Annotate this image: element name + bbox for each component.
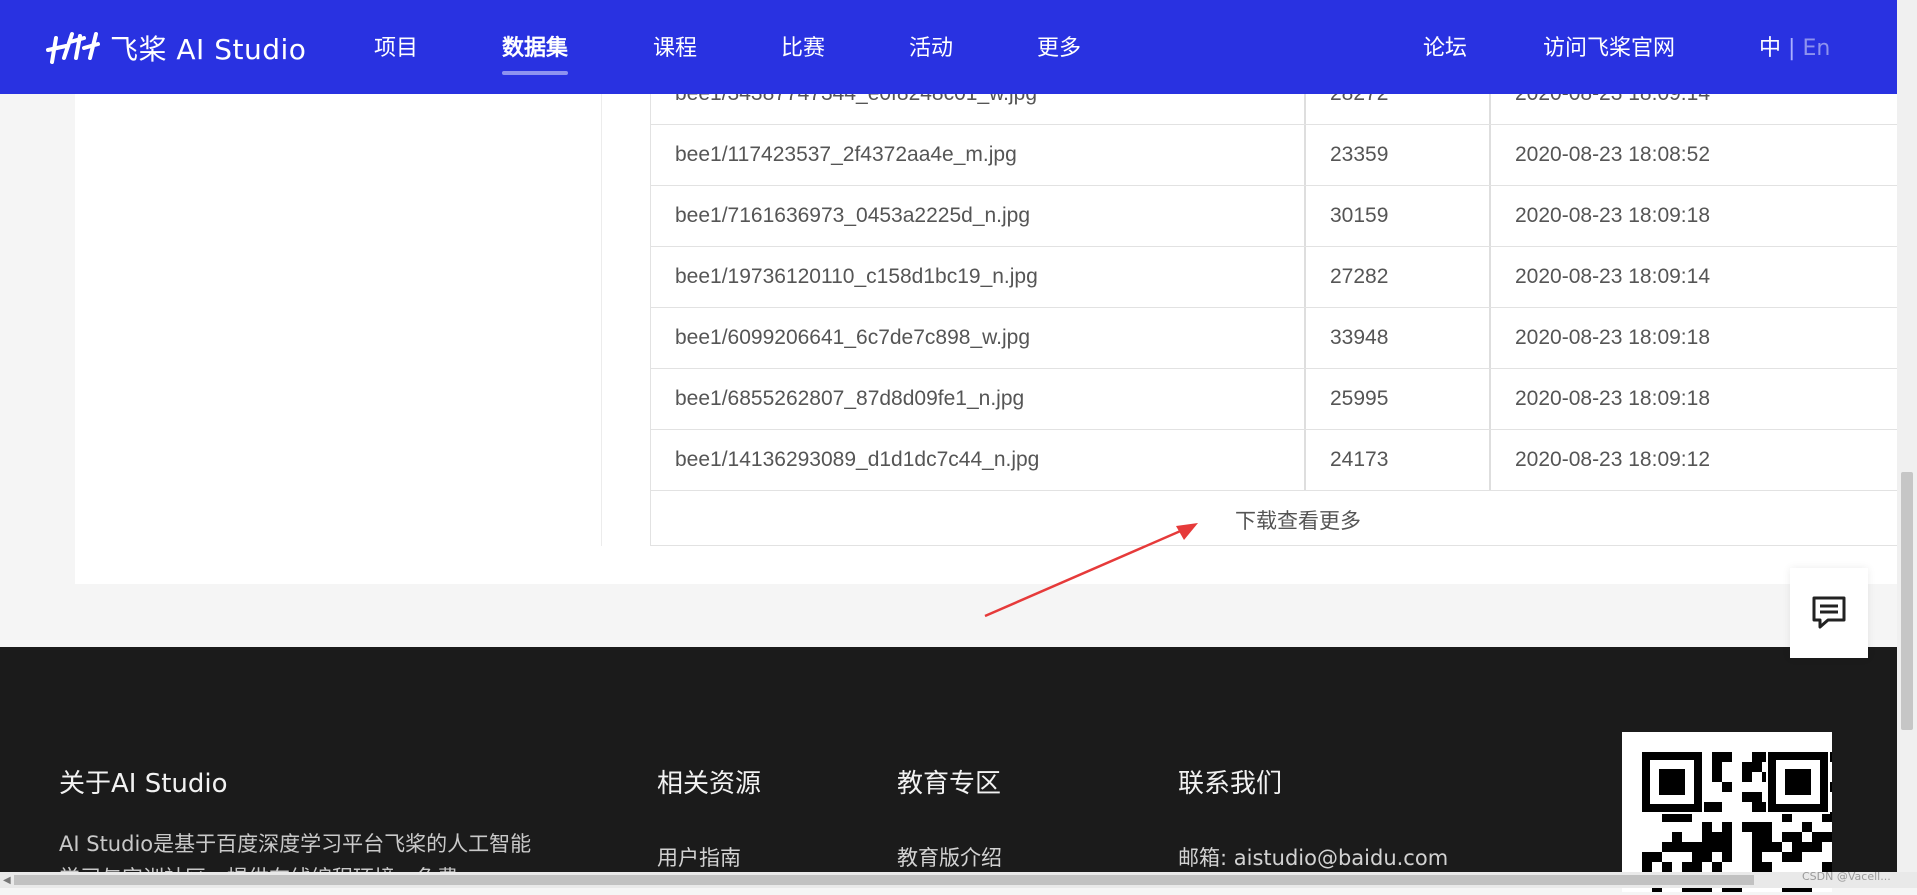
file-size-cell: 33948 [1306, 308, 1491, 368]
logo-text: 飞桨 AI Studio [110, 33, 307, 66]
footer-resources-title: 相关资源 [657, 769, 762, 799]
lang-zh[interactable]: 中 [1759, 36, 1781, 61]
file-size-cell: 28272 [1306, 94, 1491, 124]
file-time-cell: 2020-08-23 18:09:18 [1515, 204, 1710, 227]
file-size-cell: 30159 [1306, 186, 1491, 246]
file-time-cell: 2020-08-23 18:09:18 [1515, 326, 1710, 349]
file-name-cell: bee1/14136293089_d1d1dc7c44_n.jpg [651, 430, 1306, 490]
nav-projects[interactable]: 项目 [374, 0, 418, 94]
file-time-cell: 2020-08-23 18:09:12 [1515, 448, 1710, 471]
nav-forum[interactable]: 论坛 [1423, 0, 1467, 94]
dataset-content-card: bee1/34387747344_e0f8248c01_w.jpg2827220… [75, 94, 1917, 584]
nav-paddle-official[interactable]: 访问飞桨官网 [1543, 0, 1675, 94]
nav-datasets-label: 数据集 [502, 36, 569, 61]
file-time-cell: 2020-08-23 18:08:52 [1515, 143, 1710, 166]
nav-datasets[interactable]: 数据集 [502, 0, 569, 94]
nav-active-indicator [502, 71, 569, 75]
file-name-cell: bee1/6855262807_87d8d09fe1_n.jpg [651, 369, 1306, 429]
qr-code [1622, 732, 1832, 892]
file-table: bee1/34387747344_e0f8248c01_w.jpg2827220… [650, 94, 1917, 546]
file-size-cell: 24173 [1306, 430, 1491, 490]
language-switch: 中 | En [1759, 0, 1830, 94]
table-row: bee1/14136293089_d1d1dc7c44_n.jpg 24173 20… [651, 430, 1917, 491]
annotation-arrow [984, 523, 1198, 618]
top-navbar: 飞桨 AI Studio 项目 数据集 课程 比赛 活动 更多 论坛 访问飞桨官… [0, 0, 1897, 94]
horizontal-scroll-thumb[interactable] [14, 875, 1754, 885]
footer-contact-title: 联系我们 [1178, 769, 1283, 799]
logo[interactable]: 飞桨 AI Studio [44, 26, 306, 70]
download-more-link[interactable]: 下载查看更多 [651, 491, 1917, 545]
vertical-scrollbar[interactable] [1897, 0, 1917, 872]
nav-more[interactable]: 更多 [1037, 0, 1081, 94]
nav-courses[interactable]: 课程 [653, 0, 697, 94]
file-time-cell: 2020-08-23 18:09:14 [1491, 94, 1917, 124]
file-time-cell: 2020-08-23 18:09:14 [1515, 265, 1710, 288]
table-row: bee1/117423537_2f4372aa4e_m.jpg 23359 2020… [651, 125, 1917, 186]
table-row: bee1/34387747344_e0f8248c01_w.jpg2827220… [651, 94, 1917, 125]
footer: 关于AI Studio AI Studio是基于百度深度学习平台飞桨的人工智能学… [0, 647, 1897, 892]
table-row: bee1/7161636973_0453a2225d_n.jpg 30159 202… [651, 186, 1917, 247]
qr-code-icon [1640, 750, 1832, 892]
sidebar-divider [601, 94, 602, 546]
paddle-logo-icon [46, 32, 100, 64]
file-size-cell: 23359 [1306, 125, 1491, 185]
file-time-cell: 2020-08-23 18:09:18 [1515, 387, 1710, 410]
file-name-cell: bee1/117423537_2f4372aa4e_m.jpg [651, 125, 1306, 185]
feedback-button[interactable] [1790, 568, 1868, 658]
download-more-label: 下载查看更多 [1235, 509, 1361, 533]
nav-competitions[interactable]: 比赛 [781, 0, 825, 94]
footer-education-link[interactable]: 教育版介绍 [897, 842, 1002, 872]
watermark: CSDN @Vacell... [1802, 870, 1891, 883]
lang-separator: | [1788, 36, 1796, 61]
file-name-cell: bee1/7161636973_0453a2225d_n.jpg [651, 186, 1306, 246]
footer-contact-email[interactable]: 邮箱: aistudio@baidu.com [1178, 842, 1448, 872]
file-size-cell: 25995 [1306, 369, 1491, 429]
file-name-cell: bee1/6099206641_6c7de7c898_w.jpg [651, 308, 1306, 368]
horizontal-scrollbar[interactable]: ◀ [0, 872, 1917, 888]
file-name-cell: bee1/34387747344_e0f8248c01_w.jpg [651, 94, 1306, 124]
footer-education-title: 教育专区 [897, 769, 1002, 799]
vertical-scroll-thumb[interactable] [1901, 472, 1913, 730]
table-row: bee1/19736120110_c158d1bc19_n.jpg 27282 20… [651, 247, 1917, 308]
nav-activities[interactable]: 活动 [909, 0, 953, 94]
table-row: bee1/6855262807_87d8d09fe1_n.jpg 25995 202… [651, 369, 1917, 430]
footer-user-guide-link[interactable]: 用户指南 [657, 842, 741, 872]
file-name-cell: bee1/19736120110_c158d1bc19_n.jpg [651, 247, 1306, 307]
file-size-cell: 27282 [1306, 247, 1491, 307]
scroll-left-icon[interactable]: ◀ [3, 875, 11, 886]
table-row: bee1/6099206641_6c7de7c898_w.jpg 33948 202… [651, 308, 1917, 369]
lang-en[interactable]: En [1802, 36, 1830, 61]
chat-icon [1812, 596, 1846, 629]
footer-about-title: 关于AI Studio [59, 769, 228, 799]
